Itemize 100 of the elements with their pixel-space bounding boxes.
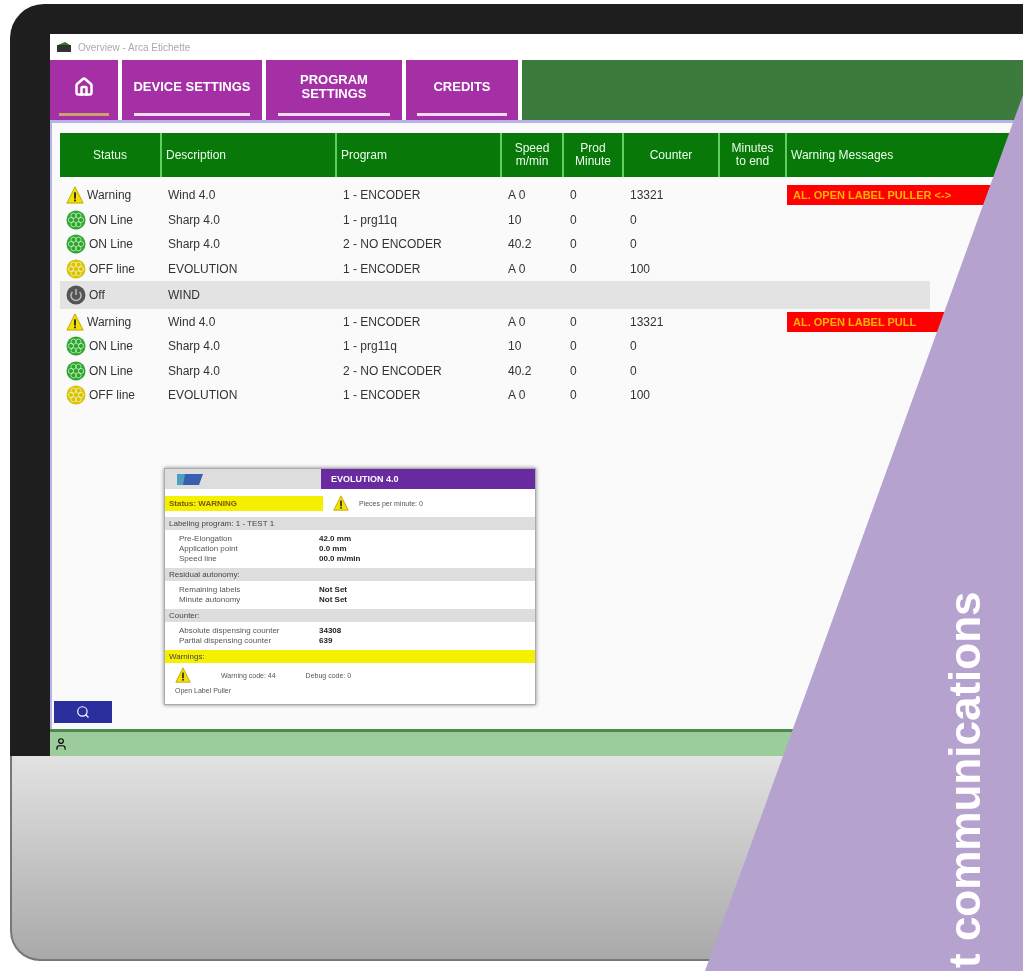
status-text: ON Line	[89, 363, 134, 378]
table-cell: Sharp 4.0	[168, 363, 221, 378]
search-button[interactable]	[54, 701, 112, 723]
table-cell: WIND	[168, 288, 200, 303]
table-cell: 0	[570, 262, 577, 277]
column-header: Counter	[624, 133, 720, 177]
status-text: Off	[89, 288, 105, 303]
offline-status-icon	[66, 259, 86, 280]
table-cell: 0	[570, 388, 577, 403]
table-cell: 13321	[630, 188, 664, 203]
column-header: Description	[162, 133, 337, 177]
window-title: Overview - Arca Etichette	[78, 41, 191, 53]
selected-table-row[interactable]: Off WIND	[60, 281, 930, 310]
item-value: 0.0 mm	[319, 544, 348, 554]
home-tab[interactable]	[50, 60, 118, 120]
column-header: Speed m/min	[502, 133, 564, 177]
warning-icon	[66, 186, 84, 205]
online-status-icon	[66, 336, 86, 357]
table-cell: 0	[570, 363, 577, 378]
logo-icon	[175, 472, 205, 486]
table-cell: Wind 4.0	[168, 188, 216, 203]
table-cell: 0	[630, 339, 637, 354]
power-icon	[66, 285, 86, 306]
column-header: Program	[337, 133, 502, 177]
table-cell: 1 - ENCODER	[343, 262, 421, 277]
column-header: Prod Minute	[564, 133, 624, 177]
banner-text: t communications	[940, 591, 990, 968]
table-cell: 2 - NO ENCODER	[343, 237, 442, 252]
table-cell: Wind 4.0	[168, 314, 216, 329]
table-cell: 1 - prg11q	[343, 212, 397, 227]
item-value: Not Set	[319, 585, 348, 595]
app-icon	[56, 41, 72, 53]
table-cell: A 0	[508, 262, 526, 277]
table-cell: 1 - ENCODER	[343, 188, 421, 203]
item-label: Minute autonomy	[179, 595, 242, 605]
item-label: Absolute dispensing counter	[179, 626, 281, 636]
table-cell: 0	[570, 339, 577, 354]
table-cell: 40.2	[508, 363, 532, 378]
table-cell: 10	[508, 212, 522, 227]
item-value: Not Set	[319, 595, 348, 605]
table-cell: 100	[630, 262, 651, 277]
table-cell: A 0	[508, 388, 526, 403]
table-cell: 2 - NO ENCODER	[343, 363, 442, 378]
status-text: Warning	[87, 314, 132, 329]
search-icon	[76, 705, 90, 719]
column-header: Minutes to end	[720, 133, 787, 177]
item-value: 00.0 m/min	[319, 554, 362, 564]
status-text: ON Line	[89, 212, 134, 227]
nav-tab[interactable]: CREDITS	[406, 60, 518, 120]
table-cell: EVOLUTION	[168, 388, 238, 403]
table-cell: Sharp 4.0	[168, 212, 221, 227]
table-cell: 0	[630, 212, 637, 227]
nav-tab[interactable]: DEVICE SETTINGS	[122, 60, 262, 120]
status-text: OFF line	[89, 388, 135, 403]
item-value: 639	[319, 636, 334, 646]
online-status-icon	[66, 234, 86, 255]
table-cell: 13321	[630, 314, 664, 329]
table-cell: 0	[570, 188, 577, 203]
warning-icon	[333, 495, 349, 511]
table-cell: A 0	[508, 188, 526, 203]
user-icon	[54, 737, 68, 751]
table-cell: 40.2	[508, 237, 532, 252]
table-cell: Sharp 4.0	[168, 339, 221, 354]
status-text: Warning	[87, 188, 132, 203]
item-label: Partial dispensing counter	[179, 636, 273, 646]
table-cell: EVOLUTION	[168, 262, 238, 277]
status-text: ON Line	[89, 237, 134, 252]
table-cell: 1 - prg11q	[343, 339, 397, 354]
offline-status-icon	[66, 385, 86, 406]
item-label: Remaining labels	[179, 585, 242, 595]
warning-icon	[66, 312, 84, 331]
popup-title: EVOLUTION 4.0	[321, 469, 535, 489]
table-cell: 1 - ENCODER	[343, 388, 421, 403]
warning-icon	[175, 667, 191, 683]
item-label: Application point	[179, 544, 239, 554]
status-label: Status: WARNING	[165, 495, 323, 511]
table-cell: 0	[630, 363, 637, 378]
section-header: Residual autonomy:	[165, 568, 535, 581]
table-cell: 0	[570, 314, 577, 329]
column-header: Status	[60, 133, 162, 177]
nav-tab[interactable]: PROGRAM SETTINGS	[266, 60, 402, 120]
table-cell: 0	[630, 237, 637, 252]
table-cell: 0	[570, 237, 577, 252]
item-label: Speed line	[179, 554, 218, 564]
online-status-icon	[66, 209, 86, 230]
table-cell: 0	[570, 212, 577, 227]
table-cell: Sharp 4.0	[168, 237, 221, 252]
section-header: Counter:	[165, 609, 535, 622]
table-cell: 10	[508, 339, 522, 354]
item-value: 42.0 mm	[319, 534, 353, 544]
online-status-icon	[66, 360, 86, 381]
status-text: ON Line	[89, 339, 134, 354]
item-value: 34308	[319, 626, 343, 636]
home-icon	[74, 76, 94, 97]
table-cell: 100	[630, 388, 651, 403]
item-label: Pre-Elongation	[179, 534, 233, 544]
table-cell: 1 - ENCODER	[343, 314, 421, 329]
section-header: Warnings:	[165, 650, 535, 663]
status-text: OFF line	[89, 262, 135, 277]
table-cell: A 0	[508, 314, 526, 329]
